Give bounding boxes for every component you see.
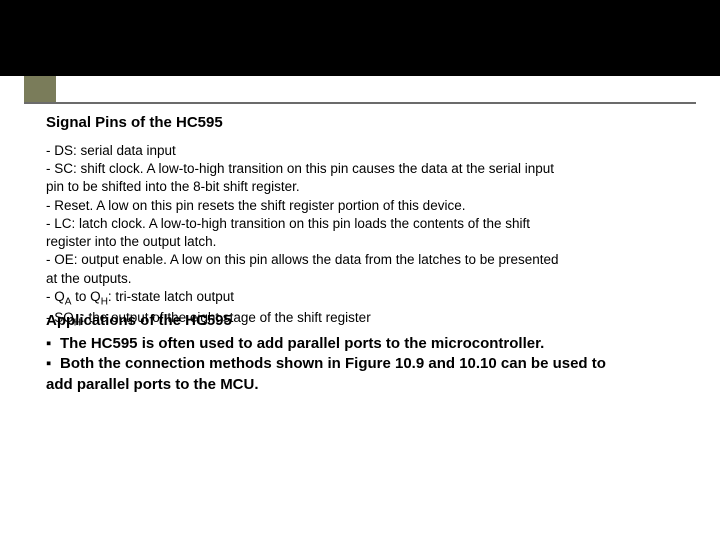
pin-reset: - Reset. A low on this pin resets the sh… xyxy=(46,197,686,215)
slide: Signal Pins of the HC595 - DS: serial da… xyxy=(0,76,720,540)
pin-ds: - DS: serial data input xyxy=(46,142,686,160)
pin-lc-line1: - LC: latch clock. A low-to-high transit… xyxy=(46,215,686,233)
text: - Q xyxy=(46,289,65,304)
text: to Q xyxy=(71,289,100,304)
pin-oe-line1: - OE: output enable. A low on this pin a… xyxy=(46,251,686,269)
horizontal-rule xyxy=(24,102,696,104)
section-title-signal-pins: Signal Pins of the HC595 xyxy=(46,114,223,131)
section-title-applications: Applications of the HC595 xyxy=(46,312,232,329)
pin-sc-line1: - SC: shift clock. A low-to-high transit… xyxy=(46,160,686,178)
pin-lc-line2: register into the output latch. xyxy=(46,233,686,251)
signal-pins-body: - DS: serial data input - SC: shift cloc… xyxy=(46,142,686,330)
pin-sc-line2: pin to be shifted into the 8-bit shift r… xyxy=(46,178,686,196)
subscript-h: H xyxy=(101,296,108,307)
app-item-2-line2: add parallel ports to the MCU. xyxy=(46,375,686,395)
pin-oe-line2: at the outputs. xyxy=(46,270,686,288)
applications-body: ▪The HC595 is often used to add parallel… xyxy=(46,334,686,395)
app-item-2-line1: ▪Both the connection methods shown in Fi… xyxy=(46,354,686,374)
text: Both the connection methods shown in Fig… xyxy=(60,355,606,372)
pin-qa-qh: - QA to QH: tri-state latch output xyxy=(46,288,686,309)
accent-bar xyxy=(24,76,56,102)
bullet-icon: ▪ xyxy=(46,334,60,354)
text: The HC595 is often used to add parallel … xyxy=(60,335,544,352)
bullet-icon: ▪ xyxy=(46,354,60,374)
app-item-1: ▪The HC595 is often used to add parallel… xyxy=(46,334,686,354)
text: : tri-state latch output xyxy=(108,289,234,304)
